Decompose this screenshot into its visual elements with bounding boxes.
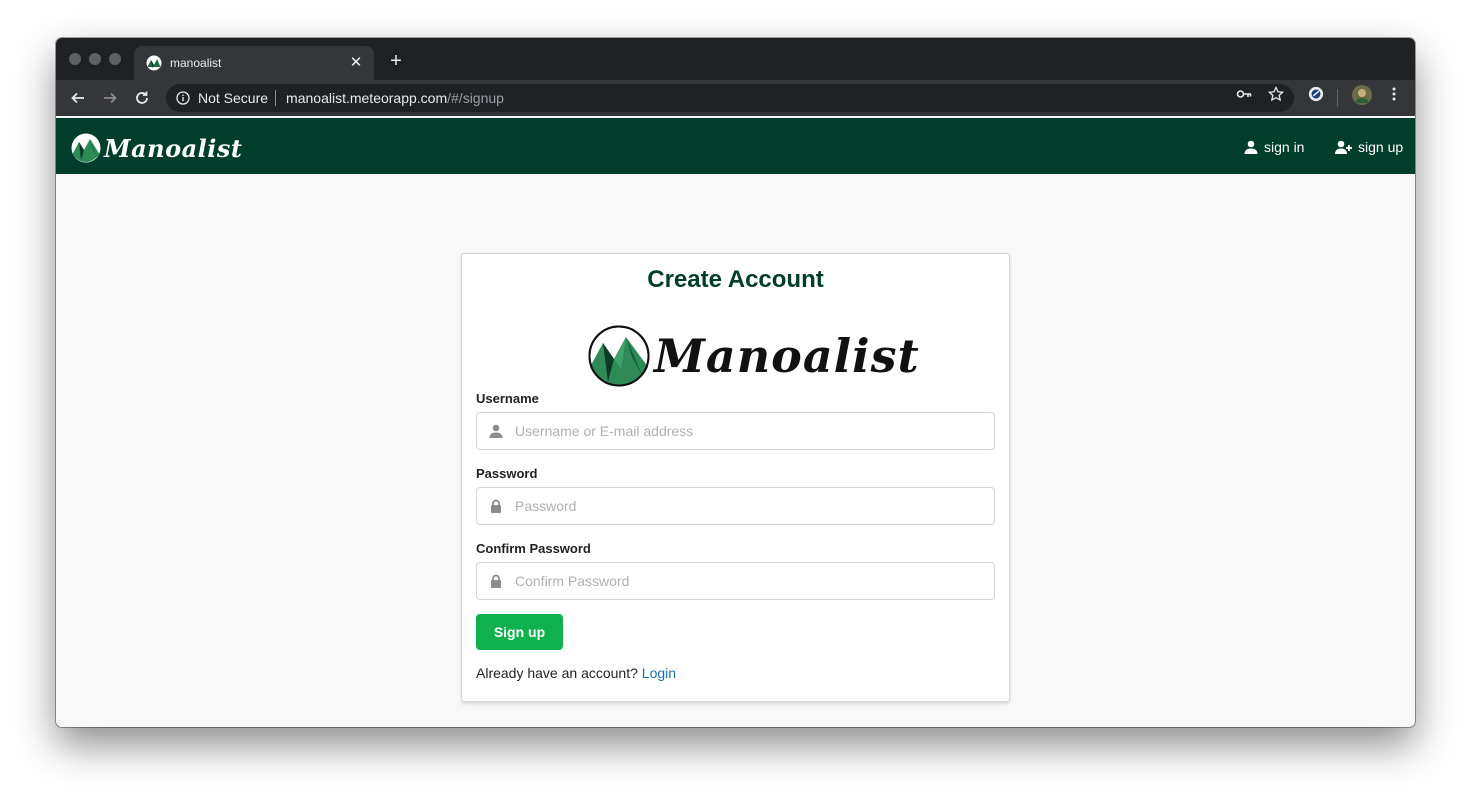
login-prompt-row: Already have an account? Login [476,665,676,681]
close-tab-icon[interactable]: ✕ [348,55,364,71]
confirm-password-input[interactable] [515,573,994,589]
manoalist-logo-icon [71,133,101,163]
nav-brand-text: Manoalist [104,133,243,163]
password-field[interactable] [476,487,995,525]
app-navbar: Manoalist sign in sign up [56,118,1415,174]
lock-icon [491,499,501,513]
page-title: Create Account [647,266,824,293]
maximize-window-button[interactable] [109,53,121,65]
tab-strip: manoalist ✕ + [56,38,1415,80]
confirm-password-label: Confirm Password [476,541,591,556]
address-bar[interactable]: Not Secure manoalist.meteorapp.com /#/si… [166,84,1294,112]
back-icon[interactable] [68,88,88,108]
user-plus-icon [1335,140,1352,154]
tab-title: manoalist [170,56,222,70]
toolbar-divider [1337,89,1338,107]
close-window-button[interactable] [69,53,81,65]
star-icon[interactable] [1268,86,1284,102]
url-host: manoalist.meteorapp.com [286,90,448,106]
new-tab-button[interactable]: + [386,51,406,71]
profile-avatar[interactable] [1352,85,1372,105]
nav-logo[interactable]: Manoalist [71,132,242,164]
password-label: Password [476,466,538,481]
browser-toolbar: Not Secure manoalist.meteorapp.com /#/si… [56,80,1415,116]
user-icon [489,424,503,438]
login-link[interactable]: Login [642,665,676,681]
forward-icon[interactable] [100,88,120,108]
username-field[interactable] [476,412,995,450]
confirm-password-field[interactable] [476,562,995,600]
menu-icon[interactable] [1386,86,1402,102]
nav-sign-in-link[interactable]: sign in [1244,139,1304,155]
password-input[interactable] [515,498,994,514]
user-icon [1244,140,1258,154]
lock-icon [491,574,501,588]
sign-in-label: sign in [1264,139,1305,155]
omnibox-divider [275,90,277,106]
card-logo: Manoalist [588,324,920,388]
manoalist-favicon-icon [146,55,162,71]
card-brand-text: Manoalist [654,329,920,383]
security-status[interactable]: Not Secure [198,90,268,106]
username-label: Username [476,391,539,406]
browser-window: manoalist ✕ + Not Secure manoalist.meteo… [56,38,1415,727]
info-icon[interactable] [176,91,190,105]
active-tab[interactable]: manoalist ✕ [134,46,374,80]
extension-icon[interactable] [1308,86,1324,102]
reload-icon[interactable] [132,88,152,108]
username-input[interactable] [515,423,994,439]
manoalist-logo-icon [588,325,650,387]
minimize-window-button[interactable] [89,53,101,65]
sign-up-button[interactable]: Sign up [476,614,563,650]
url-path: /#/signup [447,90,504,106]
nav-sign-up-link[interactable]: sign up [1335,139,1403,155]
login-prompt-text: Already have an account? [476,665,638,681]
signup-card: Create Account Manoalist Username Passwo… [461,253,1010,702]
sign-up-label: sign up [1358,139,1404,155]
key-icon[interactable] [1236,86,1252,102]
